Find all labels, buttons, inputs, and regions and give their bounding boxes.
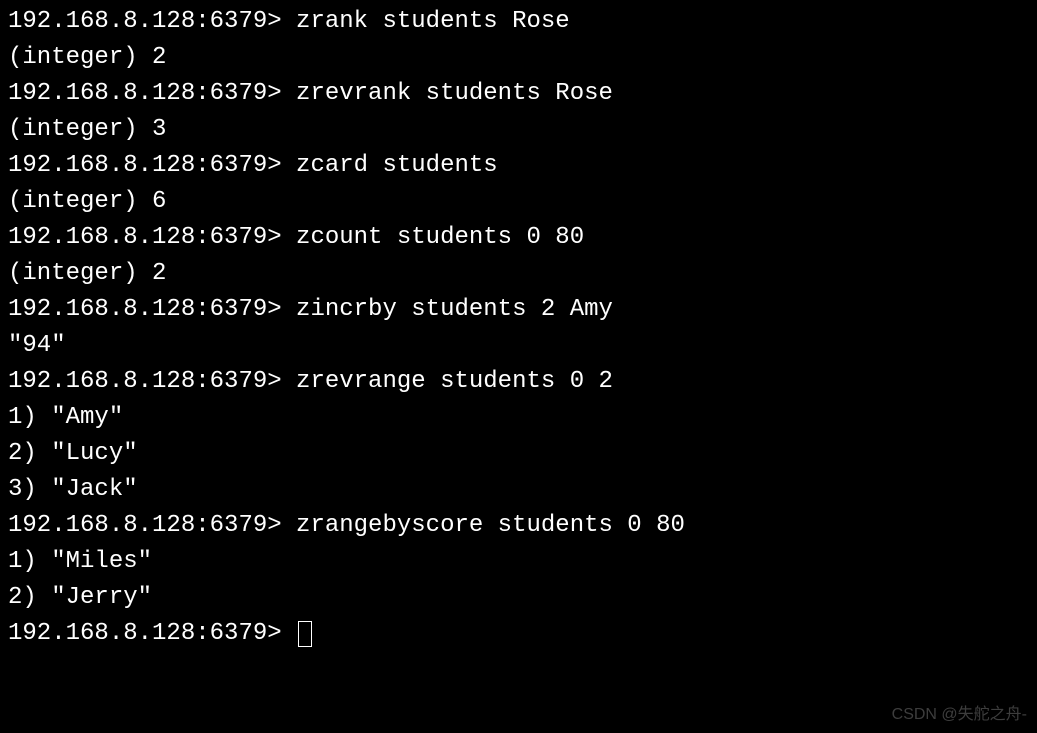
prompt: 192.168.8.128:6379> — [8, 368, 296, 395]
command-text: zcard students — [296, 152, 498, 179]
command-text: zrank students Rose — [296, 8, 570, 35]
output-line: 2) "Lucy" — [8, 436, 1029, 472]
command-text: zrevrange students 0 2 — [296, 368, 613, 395]
output-line: (integer) 2 — [8, 256, 1029, 292]
watermark: CSDN @失舵之舟- — [892, 703, 1027, 727]
command-line: 192.168.8.128:6379> zrevrank students Ro… — [8, 76, 1029, 112]
output-line: 2) "Jerry" — [8, 580, 1029, 616]
command-text: zrangebyscore students 0 80 — [296, 512, 685, 539]
output-line: (integer) 6 — [8, 184, 1029, 220]
output-line: (integer) 3 — [8, 112, 1029, 148]
prompt: 192.168.8.128:6379> — [8, 512, 296, 539]
prompt: 192.168.8.128:6379> — [8, 224, 296, 251]
command-text: zrevrank students Rose — [296, 80, 613, 107]
prompt: 192.168.8.128:6379> — [8, 620, 296, 647]
command-line: 192.168.8.128:6379> zincrby students 2 A… — [8, 292, 1029, 328]
terminal-output: 192.168.8.128:6379> zrank students Rose … — [8, 4, 1029, 652]
prompt: 192.168.8.128:6379> — [8, 8, 296, 35]
output-line: 3) "Jack" — [8, 472, 1029, 508]
command-line: 192.168.8.128:6379> zrangebyscore studen… — [8, 508, 1029, 544]
prompt: 192.168.8.128:6379> — [8, 80, 296, 107]
cursor-icon — [298, 621, 312, 647]
prompt: 192.168.8.128:6379> — [8, 152, 296, 179]
output-line: 1) "Amy" — [8, 400, 1029, 436]
current-prompt-line[interactable]: 192.168.8.128:6379> — [8, 616, 1029, 652]
output-line: (integer) 2 — [8, 40, 1029, 76]
command-line: 192.168.8.128:6379> zrevrange students 0… — [8, 364, 1029, 400]
command-line: 192.168.8.128:6379> zcount students 0 80 — [8, 220, 1029, 256]
output-line: 1) "Miles" — [8, 544, 1029, 580]
prompt: 192.168.8.128:6379> — [8, 296, 296, 323]
command-text: zcount students 0 80 — [296, 224, 584, 251]
command-text: zincrby students 2 Amy — [296, 296, 613, 323]
command-line: 192.168.8.128:6379> zrank students Rose — [8, 4, 1029, 40]
output-line: "94" — [8, 328, 1029, 364]
command-line: 192.168.8.128:6379> zcard students — [8, 148, 1029, 184]
